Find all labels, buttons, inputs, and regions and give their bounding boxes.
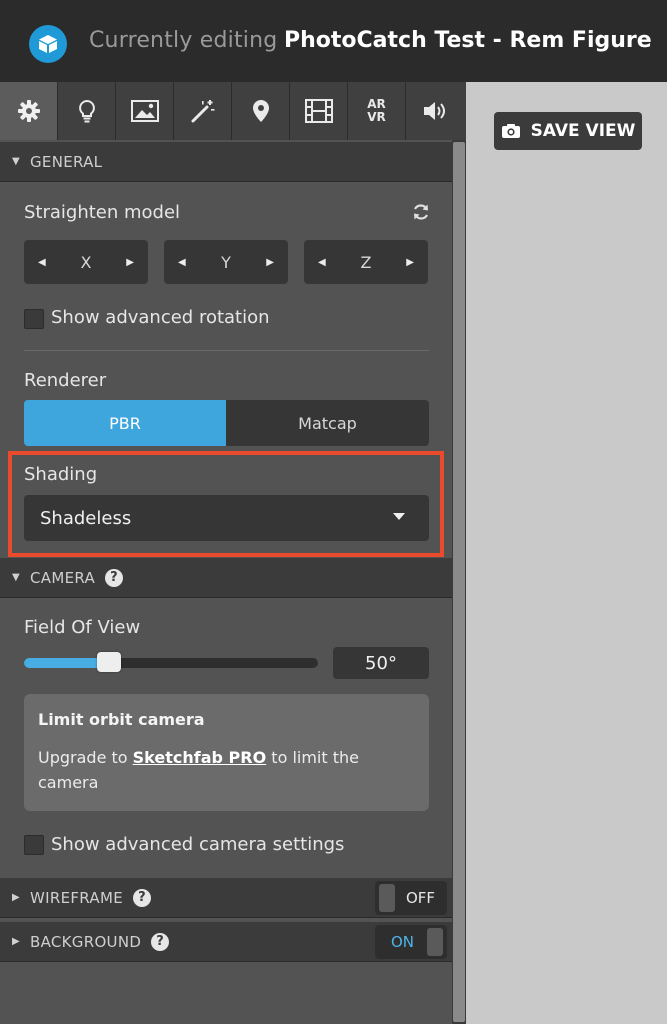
tab-lighting[interactable] — [58, 82, 116, 140]
viewer-area[interactable] — [466, 82, 667, 1024]
rotate-z-control: ◀ Z ▶ — [304, 240, 428, 284]
advanced-camera-checkbox[interactable] — [24, 835, 44, 855]
toggle-state: OFF — [406, 889, 436, 907]
tab-background-image[interactable] — [116, 82, 174, 140]
axis-z-label: Z — [360, 252, 372, 272]
advanced-rotation-checkbox[interactable] — [24, 309, 44, 329]
caret-right-icon: ▶ — [12, 892, 20, 903]
editing-label: Currently editing — [89, 28, 278, 53]
section-camera-label: CAMERA — [30, 568, 96, 587]
divider — [24, 350, 429, 351]
map-pin-icon — [252, 100, 269, 122]
cube-icon — [29, 25, 67, 63]
axis-x-label: X — [80, 252, 92, 272]
arrow-right-icon[interactable]: ▶ — [406, 257, 414, 268]
lightbulb-icon — [78, 99, 95, 123]
fov-label: Field Of View — [24, 617, 141, 638]
image-icon — [130, 100, 159, 122]
help-icon[interactable]: ? — [132, 888, 151, 907]
advanced-rotation-label: Show advanced rotation — [51, 307, 270, 328]
advanced-camera-label: Show advanced camera settings — [51, 834, 345, 855]
fov-value-input[interactable]: 50° — [333, 647, 429, 679]
help-icon[interactable]: ? — [105, 568, 124, 587]
wireframe-toggle[interactable]: OFF — [375, 881, 447, 915]
save-view-button[interactable]: SAVE VIEW — [494, 112, 642, 150]
tab-annotations[interactable] — [232, 82, 290, 140]
fov-slider[interactable] — [24, 652, 318, 672]
top-header: Currently editing PhotoCatch Test - Rem … — [0, 0, 667, 82]
tab-general[interactable] — [0, 82, 58, 140]
fov-slider-handle[interactable] — [97, 652, 122, 672]
arrow-left-icon[interactable]: ◀ — [178, 257, 186, 268]
tab-animation[interactable] — [290, 82, 348, 140]
help-icon[interactable]: ? — [151, 932, 170, 951]
tab-sound[interactable] — [406, 82, 464, 140]
shading-highlight-box — [8, 451, 444, 557]
toggle-knob — [379, 884, 395, 912]
section-general-label: GENERAL — [30, 152, 103, 171]
caret-right-icon: ▶ — [12, 936, 20, 947]
renderer-label: Renderer — [24, 370, 107, 391]
arrow-left-icon[interactable]: ◀ — [318, 257, 326, 268]
renderer-pbr-option[interactable]: PBR — [24, 400, 226, 446]
speaker-icon — [424, 102, 445, 120]
orbit-title: Limit orbit camera — [38, 710, 205, 729]
section-general-header[interactable]: ▼ GENERAL — [0, 142, 452, 182]
straighten-model-label: Straighten model — [24, 202, 181, 223]
tab-ar-vr[interactable]: AR VR — [348, 82, 406, 140]
background-toggle[interactable]: ON — [375, 925, 447, 959]
caret-down-icon: ▼ — [12, 156, 20, 167]
tab-postprocess[interactable] — [174, 82, 232, 140]
ar-vr-label: AR VR — [367, 97, 386, 124]
section-background-label: BACKGROUND — [30, 932, 142, 951]
magic-wand-icon — [191, 100, 214, 123]
camera-icon — [501, 124, 520, 138]
settings-tabs: AR VR — [0, 82, 466, 140]
caret-down-icon: ▼ — [12, 572, 20, 583]
toggle-knob — [427, 928, 443, 956]
arrow-right-icon[interactable]: ▶ — [266, 257, 274, 268]
arrow-left-icon[interactable]: ◀ — [38, 257, 46, 268]
toggle-state: ON — [391, 933, 415, 951]
limit-orbit-upsell: Limit orbit camera Upgrade to Sketchfab … — [24, 694, 429, 811]
panel-scrollbar-thumb[interactable] — [453, 142, 465, 1022]
gear-icon — [17, 100, 40, 122]
renderer-matcap-option[interactable]: Matcap — [226, 400, 429, 446]
reset-rotation-icon[interactable] — [412, 203, 430, 221]
section-camera-header[interactable]: ▼ CAMERA ? — [0, 558, 452, 598]
arrow-right-icon[interactable]: ▶ — [126, 257, 134, 268]
axis-y-label: Y — [221, 252, 231, 272]
section-wireframe-label: WIREFRAME — [30, 888, 123, 907]
save-view-label: SAVE VIEW — [530, 121, 636, 141]
rotate-x-control: ◀ X ▶ — [24, 240, 148, 284]
rotate-y-control: ◀ Y ▶ — [164, 240, 288, 284]
film-icon — [304, 99, 333, 123]
sketchfab-pro-link[interactable]: Sketchfab PRO — [133, 748, 267, 767]
orbit-description: Upgrade to Sketchfab PRO to limit the ca… — [38, 748, 359, 792]
model-title: PhotoCatch Test - Rem Figure — [284, 28, 652, 53]
